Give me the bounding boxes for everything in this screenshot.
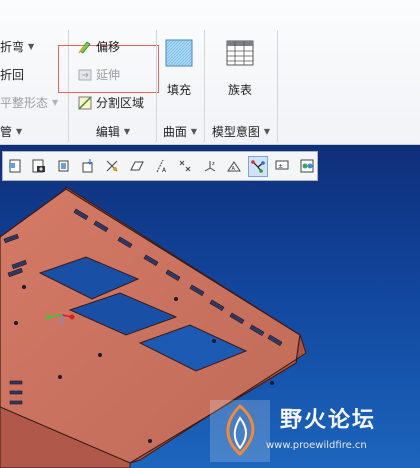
fill-button[interactable]: 填充 (161, 38, 197, 98)
watermark-url: www.proewildfire.cn (266, 440, 367, 451)
svg-text:A: A (162, 167, 167, 174)
flat-pattern-label: 平整形态 (0, 96, 49, 110)
family-table-button[interactable]: 族表 (219, 38, 261, 98)
repaint-icon[interactable] (78, 156, 98, 177)
family-table-label: 族表 (227, 83, 252, 97)
plane-display-icon[interactable] (126, 156, 146, 177)
extend-label: 延伸 (96, 68, 121, 82)
edit-group-label: 编辑 (95, 124, 120, 139)
annotation-toggle-icon[interactable]: ± (272, 156, 292, 177)
bend-label: 折弯 (0, 40, 25, 54)
saved-view-icon[interactable] (5, 156, 25, 177)
svg-text:±: ± (278, 163, 283, 170)
family-table-icon (225, 38, 255, 71)
edit-group-footer[interactable]: 编辑 ▼ (70, 120, 156, 142)
extend-button[interactable]: 延伸 (78, 66, 120, 83)
chevron-down-icon[interactable]: ▼ (264, 127, 270, 136)
chevron-down-icon[interactable]: ▼ (28, 42, 34, 51)
offset-button[interactable]: 偏移 (78, 38, 120, 55)
unbend-button[interactable]: 折回 (0, 66, 24, 83)
offset-icon (78, 40, 92, 54)
watermark-title: 野火论坛 (280, 408, 377, 433)
split-area-label: 分割区域 (96, 96, 145, 110)
ribbon: 折弯 ▼ 折回 平整形态 ▼ 管 ▼ 偏移 延伸 分割区域 编辑 ▼ 填充 曲面… (0, 0, 420, 145)
point-display-icon[interactable] (175, 156, 195, 177)
split-area-icon (78, 96, 92, 110)
surface-group-label: 曲面 (162, 124, 187, 139)
appearance-icon[interactable] (297, 156, 317, 177)
axis-display-icon[interactable]: A (151, 156, 171, 177)
graphics-toolbar: A z A ± (2, 151, 318, 181)
chevron-down-icon[interactable]: ▼ (52, 98, 58, 107)
csys-display-icon[interactable]: z (199, 156, 219, 177)
model-intent-group-footer[interactable]: 模型意图 ▼ (205, 120, 277, 142)
camera-icon[interactable] (29, 156, 49, 177)
offset-label: 偏移 (96, 40, 121, 54)
surface-group-footer[interactable]: 曲面 ▼ (157, 120, 203, 142)
svg-text:z: z (212, 161, 215, 167)
chevron-down-icon[interactable]: ▼ (191, 127, 197, 136)
chevron-down-icon[interactable]: ▼ (124, 127, 130, 136)
extend-icon (78, 68, 92, 82)
flat-pattern-button[interactable]: 平整形态 ▼ (0, 94, 58, 111)
view-manager-icon[interactable] (247, 155, 269, 177)
fill-icon (164, 38, 194, 71)
watermark-logo (210, 400, 420, 466)
sheet-group-label: 管 (0, 124, 13, 139)
svg-text:A: A (231, 166, 235, 172)
annotation-display-icon[interactable]: A (224, 156, 244, 177)
chevron-down-icon[interactable]: ▼ (16, 127, 22, 136)
fill-label: 填充 (166, 83, 191, 97)
bend-button[interactable]: 折弯 ▼ (0, 38, 34, 55)
spin-center-icon[interactable] (102, 156, 122, 177)
unbend-label: 折回 (0, 68, 25, 82)
refit-icon[interactable] (54, 156, 74, 177)
model-intent-group-label: 模型意图 (211, 124, 260, 139)
sheet-group-footer[interactable]: 管 ▼ (0, 120, 66, 142)
split-area-button[interactable]: 分割区域 (78, 94, 144, 111)
